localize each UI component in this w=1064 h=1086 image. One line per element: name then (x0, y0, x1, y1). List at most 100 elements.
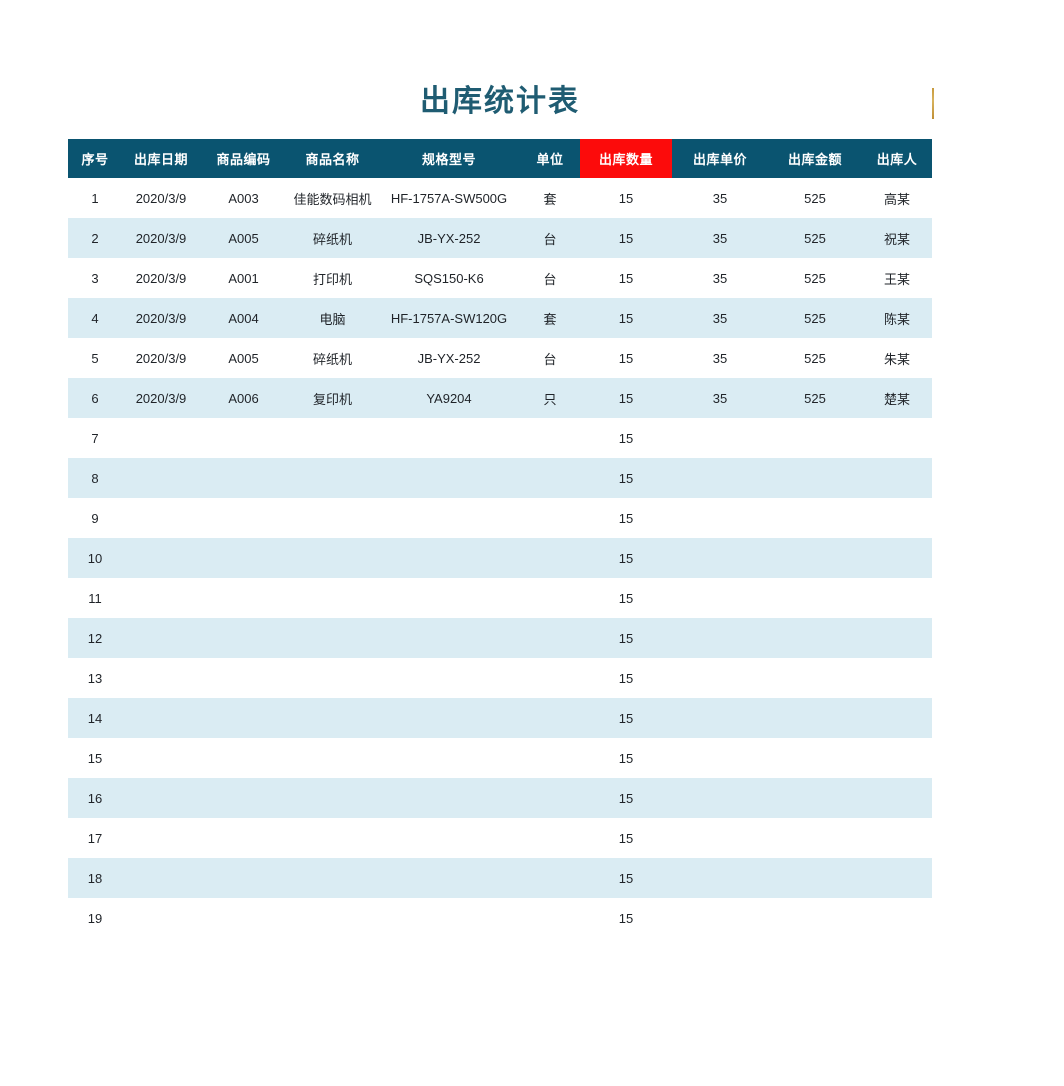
cell-amount[interactable] (768, 618, 862, 658)
cell-name[interactable] (287, 778, 378, 818)
cell-idx[interactable]: 13 (68, 658, 122, 698)
cell-spec[interactable] (378, 818, 520, 858)
table-row[interactable]: 4 2020/3/9 A004 电脑 HF-1757A-SW120G 套 15 35 525 陈某 (68, 298, 932, 338)
cell-person[interactable]: 朱某 (862, 338, 932, 378)
cell-person[interactable] (862, 698, 932, 738)
cell-person[interactable]: 楚某 (862, 378, 932, 418)
cell-price[interactable]: 35 (672, 298, 768, 338)
cell-qty[interactable]: 15 (580, 378, 672, 418)
cell-date[interactable] (122, 698, 200, 738)
cell-date[interactable] (122, 578, 200, 618)
cell-unit[interactable]: 套 (520, 298, 580, 338)
cell-amount[interactable] (768, 738, 862, 778)
cell-spec[interactable] (378, 698, 520, 738)
column-header-name[interactable]: 商品名称 (287, 139, 378, 178)
cell-qty[interactable]: 15 (580, 338, 672, 378)
cell-price[interactable]: 35 (672, 258, 768, 298)
cell-date[interactable]: 2020/3/9 (122, 298, 200, 338)
cell-name[interactable]: 碎纸机 (287, 218, 378, 258)
cell-date[interactable] (122, 538, 200, 578)
cell-amount[interactable] (768, 778, 862, 818)
table-row[interactable]: 7 15 (68, 418, 932, 458)
cell-amount[interactable] (768, 578, 862, 618)
cell-person[interactable] (862, 898, 932, 938)
cell-name[interactable] (287, 538, 378, 578)
cell-idx[interactable]: 19 (68, 898, 122, 938)
cell-idx[interactable]: 7 (68, 418, 122, 458)
column-header-price[interactable]: 出库单价 (672, 139, 768, 178)
cell-idx[interactable]: 6 (68, 378, 122, 418)
cell-price[interactable] (672, 898, 768, 938)
cell-name[interactable] (287, 418, 378, 458)
cell-spec[interactable]: JB-YX-252 (378, 338, 520, 378)
cell-person[interactable] (862, 578, 932, 618)
cell-spec[interactable] (378, 578, 520, 618)
column-header-person[interactable]: 出库人 (862, 139, 932, 178)
cell-price[interactable] (672, 658, 768, 698)
cell-date[interactable] (122, 858, 200, 898)
cell-price[interactable] (672, 538, 768, 578)
cell-date[interactable] (122, 818, 200, 858)
table-row[interactable]: 8 15 (68, 458, 932, 498)
cell-date[interactable]: 2020/3/9 (122, 378, 200, 418)
cell-qty[interactable]: 15 (580, 898, 672, 938)
cell-qty[interactable]: 15 (580, 258, 672, 298)
cell-code[interactable] (200, 578, 287, 618)
column-header-amount[interactable]: 出库金额 (768, 139, 862, 178)
cell-unit[interactable] (520, 698, 580, 738)
cell-person[interactable] (862, 418, 932, 458)
cell-name[interactable] (287, 858, 378, 898)
cell-unit[interactable]: 台 (520, 218, 580, 258)
table-row[interactable]: 9 15 (68, 498, 932, 538)
cell-date[interactable] (122, 458, 200, 498)
cell-unit[interactable]: 台 (520, 338, 580, 378)
cell-code[interactable] (200, 778, 287, 818)
table-row[interactable]: 15 15 (68, 738, 932, 778)
cell-name[interactable]: 电脑 (287, 298, 378, 338)
cell-spec[interactable] (378, 658, 520, 698)
cell-code[interactable] (200, 458, 287, 498)
cell-idx[interactable]: 17 (68, 818, 122, 858)
cell-unit[interactable] (520, 458, 580, 498)
cell-name[interactable]: 复印机 (287, 378, 378, 418)
cell-date[interactable] (122, 618, 200, 658)
cell-amount[interactable]: 525 (768, 178, 862, 218)
cell-price[interactable] (672, 778, 768, 818)
cell-unit[interactable] (520, 498, 580, 538)
cell-idx[interactable]: 4 (68, 298, 122, 338)
cell-code[interactable] (200, 898, 287, 938)
cell-qty[interactable]: 15 (580, 818, 672, 858)
cell-spec[interactable] (378, 538, 520, 578)
column-header-idx[interactable]: 序号 (68, 139, 122, 178)
cell-person[interactable] (862, 538, 932, 578)
cell-unit[interactable] (520, 538, 580, 578)
cell-qty[interactable]: 15 (580, 698, 672, 738)
cell-spec[interactable] (378, 498, 520, 538)
cell-name[interactable] (287, 698, 378, 738)
cell-unit[interactable] (520, 738, 580, 778)
column-header-unit[interactable]: 单位 (520, 139, 580, 178)
cell-person[interactable]: 陈某 (862, 298, 932, 338)
cell-person[interactable] (862, 498, 932, 538)
cell-idx[interactable]: 15 (68, 738, 122, 778)
cell-spec[interactable] (378, 858, 520, 898)
cell-price[interactable] (672, 818, 768, 858)
cell-price[interactable]: 35 (672, 378, 768, 418)
cell-person[interactable] (862, 778, 932, 818)
table-row[interactable]: 1 2020/3/9 A003 佳能数码相机 HF-1757A-SW500G 套 15 35 5… (68, 178, 932, 218)
cell-price[interactable] (672, 578, 768, 618)
cell-qty[interactable]: 15 (580, 498, 672, 538)
cell-date[interactable] (122, 418, 200, 458)
column-header-spec[interactable]: 规格型号 (378, 139, 520, 178)
cell-code[interactable] (200, 498, 287, 538)
cell-amount[interactable]: 525 (768, 258, 862, 298)
cell-unit[interactable] (520, 858, 580, 898)
cell-code[interactable]: A005 (200, 338, 287, 378)
cell-date[interactable]: 2020/3/9 (122, 258, 200, 298)
table-row[interactable]: 12 15 (68, 618, 932, 658)
cell-idx[interactable]: 18 (68, 858, 122, 898)
cell-idx[interactable]: 9 (68, 498, 122, 538)
cell-code[interactable]: A004 (200, 298, 287, 338)
table-row[interactable]: 18 15 (68, 858, 932, 898)
table-row[interactable]: 2 2020/3/9 A005 碎纸机 JB-YX-252 台 15 35 525 祝某 (68, 218, 932, 258)
